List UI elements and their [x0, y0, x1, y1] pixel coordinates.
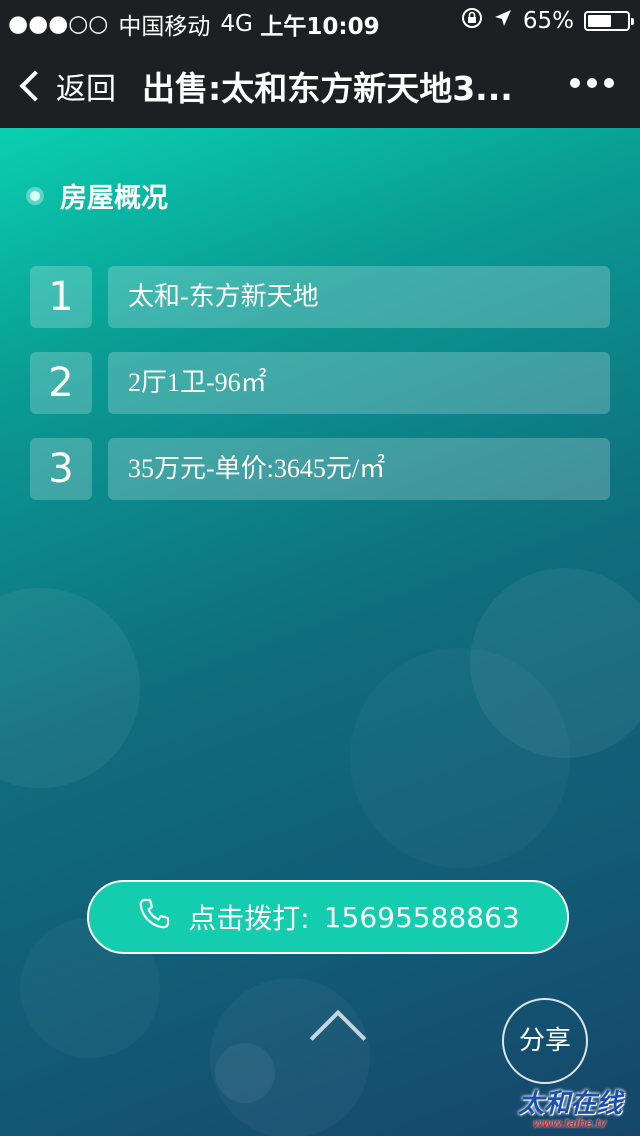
row-text: 太和-东方新天地 [108, 266, 610, 328]
nav-bar: 返回 出售:太和东方新天地3... [0, 40, 640, 128]
row-text: 2厅1卫-96㎡ [108, 352, 610, 414]
status-bar: ●●●○○ 中国移动 4G 上午10:09 65% [0, 0, 640, 40]
decorative-bubble [0, 588, 140, 788]
section-title: 房屋概况 [60, 183, 168, 214]
back-label: 返回 [56, 72, 116, 107]
row-number: 1 [30, 266, 92, 328]
battery-percent: 65% [522, 8, 574, 34]
location-arrow-icon [493, 8, 513, 34]
watermark-url: www.taihe.tv [533, 1116, 607, 1130]
more-dot-icon [604, 78, 614, 88]
more-dot-icon [587, 78, 597, 88]
share-button[interactable]: 分享 [502, 998, 588, 1084]
watermark-brand: 太和在线 [517, 1088, 622, 1118]
row-text: 35万元-单价:3645元/㎡ [108, 438, 610, 500]
info-row: 3 35万元-单价:3645元/㎡ [30, 438, 610, 500]
page-title: 出售:太和东方新天地3... [142, 69, 513, 108]
more-options-button[interactable] [570, 78, 614, 88]
chevron-left-icon [19, 70, 51, 102]
status-right: 65% [461, 7, 634, 35]
call-label: 点击拨打: [188, 902, 310, 935]
section-header: 房屋概况 [30, 176, 168, 215]
decorative-bubble [215, 1043, 275, 1103]
decorative-bubble [350, 648, 570, 868]
main-content: 房屋概况 1 太和-东方新天地 2 2厅1卫-96㎡ 3 35万元-单价:364… [0, 128, 640, 1136]
phone-icon [136, 896, 172, 939]
info-row: 1 太和-东方新天地 [30, 266, 610, 328]
info-row: 2 2厅1卫-96㎡ [30, 352, 610, 414]
battery-icon [584, 11, 634, 31]
bullet-dot-icon [30, 190, 40, 201]
row-number: 3 [30, 438, 92, 500]
call-button[interactable]: 点击拨打: 15695588863 [87, 880, 569, 954]
rotation-lock-icon [461, 7, 483, 35]
row-number: 2 [30, 352, 92, 414]
more-dot-icon [570, 78, 580, 88]
back-button[interactable]: 返回 [18, 64, 116, 108]
watermark-logo: 太和在线 www.taihe.tv [512, 1090, 628, 1130]
phone-number: 15695588863 [323, 900, 520, 934]
